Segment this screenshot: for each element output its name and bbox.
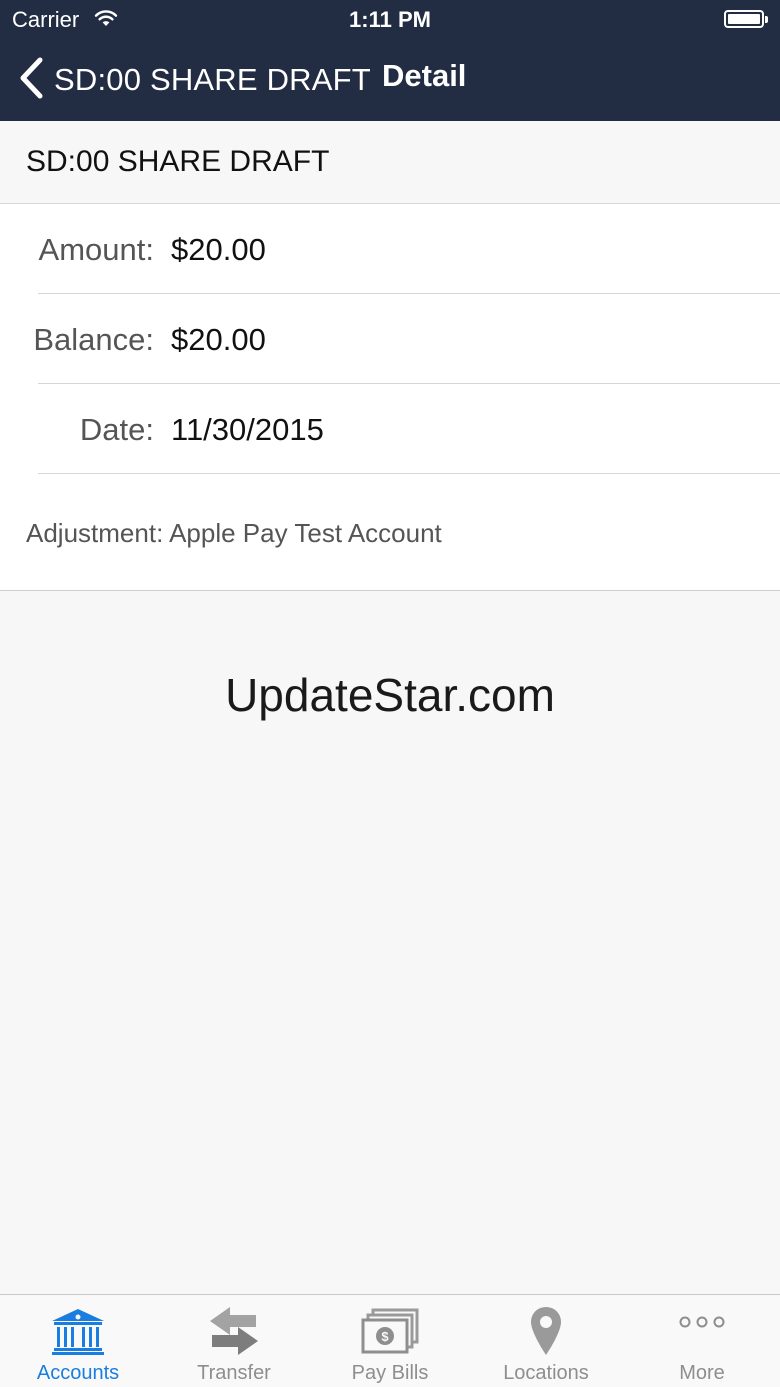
balance-label: Balance: [33, 322, 154, 357]
tab-label: Accounts [36, 1362, 120, 1384]
amount-row: Amount: $20.00 [0, 204, 780, 294]
tab-label: Locations [503, 1362, 589, 1384]
date-value: 11/30/2015 [171, 412, 324, 447]
section-header: SD:00 SHARE DRAFT [0, 121, 780, 204]
tab-more[interactable]: More [624, 1295, 780, 1387]
amount-value: $20.00 [171, 232, 266, 267]
bank-icon [48, 1305, 108, 1357]
navigation-bar: Carrier 1:11 PM SD:00 SHARE DRAFT Detail [0, 0, 780, 121]
tab-accounts[interactable]: Accounts [0, 1295, 156, 1387]
tab-locations[interactable]: Locations [468, 1295, 624, 1387]
tab-transfer[interactable]: Transfer [156, 1295, 312, 1387]
bill-icon: $ [360, 1305, 420, 1357]
tab-label: More [679, 1362, 725, 1384]
date-label: Date: [79, 412, 154, 447]
transaction-description: Adjustment: Apple Pay Test Account [26, 518, 442, 548]
location-pin-icon [516, 1305, 576, 1357]
amount-label: Amount: [38, 232, 154, 267]
status-bar: Carrier 1:11 PM [0, 0, 780, 40]
row-divider [38, 473, 780, 474]
chevron-left-icon [18, 57, 44, 104]
tab-pay-bills[interactable]: $ Pay Bills [312, 1295, 468, 1387]
date-row: Date: 11/30/2015 [0, 384, 780, 474]
account-title: SD:00 SHARE DRAFT [26, 145, 330, 178]
page-title: Detail [382, 58, 467, 93]
back-button[interactable]: SD:00 SHARE DRAFT [18, 52, 371, 108]
battery-icon [724, 10, 768, 28]
balance-value: $20.00 [171, 322, 266, 357]
svg-text:$: $ [381, 1329, 389, 1344]
status-time: 1:11 PM [349, 7, 431, 32]
transaction-detail-card: Amount: $20.00 Balance: $20.00 Date: 11/… [0, 204, 780, 591]
tab-label: Transfer [197, 1362, 271, 1384]
balance-row: Balance: $20.00 [0, 294, 780, 384]
more-icon [672, 1305, 732, 1357]
back-label: SD:00 SHARE DRAFT [54, 62, 371, 97]
tab-label: Pay Bills [351, 1362, 429, 1384]
transfer-icon [204, 1305, 264, 1357]
tab-bar: Accounts Transfer $ Pay Bills Locations … [0, 1294, 780, 1387]
watermark: UpdateStar.com [225, 669, 555, 721]
